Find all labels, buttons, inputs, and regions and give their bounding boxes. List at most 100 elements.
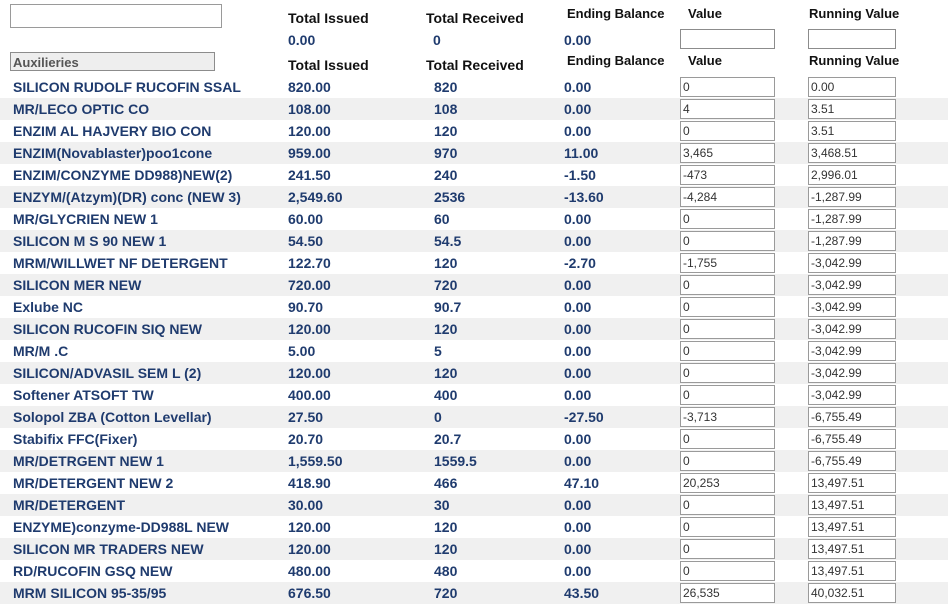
value-field[interactable]: -1,755 bbox=[680, 253, 775, 273]
value-field[interactable]: 20,253 bbox=[680, 473, 775, 493]
running-value-field[interactable]: -3,042.99 bbox=[808, 385, 896, 405]
running-value-field[interactable]: -1,287.99 bbox=[808, 209, 896, 229]
value-field[interactable]: 0 bbox=[680, 495, 775, 515]
running-value-field[interactable]: -3,042.99 bbox=[808, 275, 896, 295]
total-received-cell: 5 bbox=[434, 343, 442, 359]
running-value-field[interactable]: -1,287.99 bbox=[808, 187, 896, 207]
item-name: MR/DETERGENT NEW 2 bbox=[13, 475, 174, 491]
value-field[interactable]: 4 bbox=[680, 99, 775, 119]
header-ending-balance: Ending Balance bbox=[567, 6, 665, 21]
item-name: MRM/WILLWET NF DETERGENT bbox=[13, 255, 228, 271]
total-issued-cell: 108.00 bbox=[288, 101, 331, 117]
table-row: MR/DETERGENT NEW 2 418.90 466 47.10 20,253 13… bbox=[0, 472, 948, 494]
value-field[interactable]: 0 bbox=[680, 341, 775, 361]
running-value-field[interactable]: 3.51 bbox=[808, 121, 896, 141]
value-field[interactable]: 0 bbox=[680, 297, 775, 317]
table-row: ENZIM/CONZYME DD988)NEW(2) 241.50 240 -1.50… bbox=[0, 164, 948, 186]
running-value-field[interactable]: -3,042.99 bbox=[808, 297, 896, 317]
running-value-field[interactable]: -1,287.99 bbox=[808, 231, 896, 251]
value-field[interactable]: 0 bbox=[680, 429, 775, 449]
item-name: ENZYME)conzyme-DD988L NEW bbox=[13, 519, 230, 535]
item-name: MR/LECO OPTIC CO bbox=[13, 101, 150, 117]
ending-balance-cell: 0.00 bbox=[564, 321, 592, 337]
running-value-field[interactable]: -3,042.99 bbox=[808, 363, 896, 383]
value-field[interactable]: 0 bbox=[680, 539, 775, 559]
value-field[interactable]: 0 bbox=[680, 319, 775, 339]
value-field[interactable]: 0 bbox=[680, 561, 775, 581]
total-issued-cell: 60.00 bbox=[288, 211, 324, 227]
total-issued-cell: 54.50 bbox=[288, 233, 324, 249]
running-value-field[interactable]: -6,755.49 bbox=[808, 429, 896, 449]
table-row: SILICON RUCOFIN SIQ NEW 120.00 120 0.00 0 -3,… bbox=[0, 318, 948, 340]
table-row: MRM/WILLWET NF DETERGENT 122.70 120 -2.70 -1… bbox=[0, 252, 948, 274]
value-input[interactable] bbox=[680, 29, 775, 49]
value-field[interactable]: 0 bbox=[680, 121, 775, 141]
column-header-value: Value bbox=[688, 53, 722, 68]
value-field[interactable]: 3,465 bbox=[680, 143, 775, 163]
value-field[interactable]: -473 bbox=[680, 165, 775, 185]
running-value-field[interactable]: 13,497.51 bbox=[808, 495, 896, 515]
ending-balance-cell: 0.00 bbox=[564, 277, 592, 293]
total-issued-cell: 418.90 bbox=[288, 475, 331, 491]
total-received-cell: 120 bbox=[434, 365, 458, 381]
running-value-field[interactable]: -3,042.99 bbox=[808, 253, 896, 273]
total-issued-cell: 676.50 bbox=[288, 585, 331, 601]
running-value-field[interactable]: -6,755.49 bbox=[808, 451, 896, 471]
total-received-cell: 54.5 bbox=[434, 233, 462, 249]
value-field[interactable]: 0 bbox=[680, 363, 775, 383]
running-value-field[interactable]: 13,497.51 bbox=[808, 561, 896, 581]
running-value-field[interactable]: 3.51 bbox=[808, 99, 896, 119]
running-value-field[interactable]: 3,468.51 bbox=[808, 143, 896, 163]
running-value-field[interactable]: 2,996.01 bbox=[808, 165, 896, 185]
value-field[interactable]: 0 bbox=[680, 385, 775, 405]
running-value-field[interactable]: 13,497.51 bbox=[808, 473, 896, 493]
total-received-cell: 120 bbox=[434, 541, 458, 557]
running-value-field[interactable]: -3,042.99 bbox=[808, 341, 896, 361]
running-value-field[interactable]: 13,497.51 bbox=[808, 539, 896, 559]
table-row: ENZIM(Novablaster)poo1cone 959.00 970 11.00… bbox=[0, 142, 948, 164]
table-row: MR/GLYCRIEN NEW 1 60.00 60 0.00 0 -1,287.99 bbox=[0, 208, 948, 230]
item-name: ENZIM(Novablaster)poo1cone bbox=[13, 145, 213, 161]
value-field[interactable]: 0 bbox=[680, 451, 775, 471]
ending-balance-cell: 0.00 bbox=[564, 343, 592, 359]
running-value-field[interactable]: -6,755.49 bbox=[808, 407, 896, 427]
item-name: SILICON RUCOFIN SIQ NEW bbox=[13, 321, 202, 337]
filter-input[interactable] bbox=[10, 4, 222, 28]
ending-balance-cell: 0.00 bbox=[564, 453, 592, 469]
value-field[interactable]: 0 bbox=[680, 209, 775, 229]
item-name: Exlube NC bbox=[13, 299, 84, 315]
running-value-input[interactable] bbox=[808, 29, 896, 49]
value-field[interactable]: 0 bbox=[680, 231, 775, 251]
header-total-received: Total Received bbox=[426, 10, 524, 26]
value-field[interactable]: -3,713 bbox=[680, 407, 775, 427]
value-field[interactable]: 0 bbox=[680, 275, 775, 295]
total-received-cell: 400 bbox=[434, 387, 458, 403]
total-received-cell: 720 bbox=[434, 585, 458, 601]
table-row: Softener ATSOFT TW 400.00 400 0.00 0 -3,042.9… bbox=[0, 384, 948, 406]
ending-balance-cell: 11.00 bbox=[564, 145, 599, 161]
running-value-field[interactable]: -3,042.99 bbox=[808, 319, 896, 339]
ending-balance-cell: 0.00 bbox=[564, 497, 592, 513]
value-field[interactable]: 0 bbox=[680, 77, 775, 97]
total-issued-cell: 120.00 bbox=[288, 541, 331, 557]
running-value-field[interactable]: 0.00 bbox=[808, 77, 896, 97]
running-value-field[interactable]: 13,497.51 bbox=[808, 517, 896, 537]
ending-balance-cell: 0.00 bbox=[564, 387, 592, 403]
table-row: SILICON MR TRADERS NEW 120.00 120 0.00 0 13,4… bbox=[0, 538, 948, 560]
column-header-total-issued: Total Issued bbox=[288, 57, 369, 73]
running-value-field[interactable]: 40,032.51 bbox=[808, 583, 896, 603]
total-received-cell: 120 bbox=[434, 321, 458, 337]
table-row: MR/M .C 5.00 5 0.00 0 -3,042.99 bbox=[0, 340, 948, 362]
table-row: RD/RUCOFIN GSQ NEW 480.00 480 0.00 0 13,497.5… bbox=[0, 560, 948, 582]
total-issued-cell: 959.00 bbox=[288, 145, 331, 161]
value-field[interactable]: 0 bbox=[680, 517, 775, 537]
total-received-cell: 1559.5 bbox=[434, 453, 477, 469]
value-field[interactable]: -4,284 bbox=[680, 187, 775, 207]
ending-balance-cell: 0.00 bbox=[564, 365, 592, 381]
item-name: ENZYM/(Atzym)(DR) conc (NEW 3) bbox=[13, 189, 241, 205]
item-name: ENZIM/CONZYME DD988)NEW(2) bbox=[13, 167, 233, 183]
ending-balance-cell: -2.70 bbox=[564, 255, 596, 271]
table-row: MR/LECO OPTIC CO 108.00 108 0.00 4 3.51 bbox=[0, 98, 948, 120]
value-field[interactable]: 26,535 bbox=[680, 583, 775, 603]
header-running-value: Running Value bbox=[809, 6, 900, 21]
